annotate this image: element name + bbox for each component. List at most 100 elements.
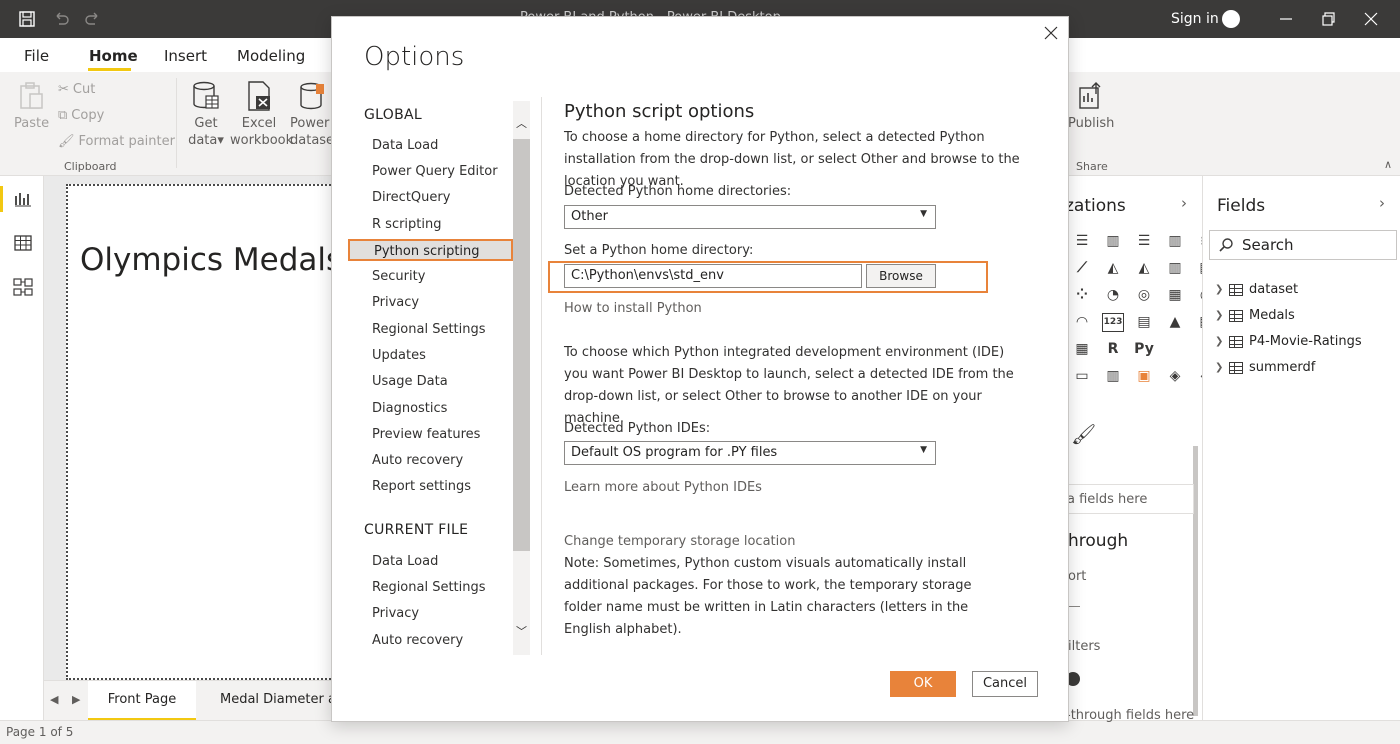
menu-tab-home[interactable]: Home xyxy=(89,47,138,65)
nav-power-query-editor[interactable]: Power Query Editor xyxy=(372,164,498,179)
get-data-button[interactable]: Get data▾ xyxy=(186,80,226,149)
decomposition-icon[interactable]: ▭ xyxy=(1071,367,1093,386)
undo-icon[interactable] xyxy=(52,10,70,28)
prev-page-icon[interactable]: ◀ xyxy=(50,693,58,706)
nav-scrollbar[interactable]: ︿ ﹀ xyxy=(513,101,530,655)
save-icon[interactable] xyxy=(18,10,36,28)
scroll-up-icon[interactable]: ︿ xyxy=(516,115,527,131)
get-data-label-2: data xyxy=(188,133,218,148)
model-view-icon[interactable] xyxy=(12,276,34,298)
stacked-area-icon[interactable]: ◭ xyxy=(1133,259,1155,278)
smart-narrative-icon[interactable]: ▥ xyxy=(1102,367,1124,386)
nav-global-auto-recovery[interactable]: Auto recovery xyxy=(372,453,463,468)
nav-file-privacy[interactable]: Privacy xyxy=(372,606,419,621)
close-icon[interactable] xyxy=(1043,25,1059,41)
treemap-icon[interactable]: ▦ xyxy=(1164,286,1186,305)
window-close-icon[interactable] xyxy=(1360,8,1382,30)
learn-ide-link[interactable]: Learn more about Python IDEs xyxy=(564,480,762,495)
change-storage-link[interactable]: Change temporary storage location xyxy=(564,534,795,549)
nav-global-data-load[interactable]: Data Load xyxy=(372,138,438,153)
nav-file-data-load[interactable]: Data Load xyxy=(372,554,438,569)
scatter-icon[interactable]: ⁘ xyxy=(1071,286,1093,305)
ok-button[interactable]: OK xyxy=(890,671,956,697)
table-summerdf[interactable]: ❯ summerdf xyxy=(1215,360,1315,375)
detected-home-dropdown[interactable]: Other ▼ xyxy=(564,205,936,229)
nav-usage-data[interactable]: Usage Data xyxy=(372,374,448,389)
nav-file-regional-settings[interactable]: Regional Settings xyxy=(372,580,486,595)
page-tab-front-page[interactable]: Front Page xyxy=(88,681,196,721)
table-p4-movie-ratings[interactable]: ❯ P4-Movie-Ratings xyxy=(1215,334,1362,349)
area-chart-icon[interactable]: ◭ xyxy=(1102,259,1124,278)
data-view-icon[interactable] xyxy=(12,232,34,254)
nav-diagnostics[interactable]: Diagnostics xyxy=(372,401,447,416)
table-icon xyxy=(1229,309,1243,322)
menu-tab-insert[interactable]: Insert xyxy=(164,47,207,65)
stacked-column-icon[interactable]: ▥ xyxy=(1102,232,1124,251)
fields-search[interactable]: Search xyxy=(1209,230,1397,260)
restore-icon[interactable] xyxy=(1317,8,1339,30)
stacked-bar-icon[interactable]: ☰ xyxy=(1071,232,1093,251)
cancel-button[interactable]: Cancel xyxy=(972,671,1038,697)
cut-button[interactable]: ✂ Cut xyxy=(58,82,95,97)
pie-chart-icon[interactable]: ◔ xyxy=(1102,286,1124,305)
sign-in-link[interactable]: Sign in xyxy=(1171,11,1219,27)
table-name: dataset xyxy=(1249,282,1299,297)
drillthrough-fields-well[interactable]: -through fields here xyxy=(1066,708,1194,723)
excel-workbook-button[interactable]: Excel workbook xyxy=(230,80,293,149)
multirow-card-icon[interactable]: ▤ xyxy=(1133,313,1155,332)
table-medals[interactable]: ❯ Medals xyxy=(1215,308,1295,323)
table-icon[interactable]: ▦ xyxy=(1071,340,1093,359)
next-page-icon[interactable]: ▶ xyxy=(72,693,80,706)
detected-ide-dropdown[interactable]: Default OS program for .PY files ▼ xyxy=(564,441,936,465)
format-icon[interactable]: 🖌 xyxy=(1071,422,1096,446)
nav-security[interactable]: Security xyxy=(372,269,425,284)
publish-label: Publish xyxy=(1068,116,1115,131)
power-bi-datasets-button[interactable]: Power datase xyxy=(290,80,332,149)
nav-python-scripting[interactable]: Python scripting xyxy=(348,239,513,261)
kpi-icon[interactable]: ▲ xyxy=(1164,313,1186,332)
page-tab-medal-diameter[interactable]: Medal Diameter an xyxy=(220,681,340,721)
line-chart-icon[interactable]: ⟋ xyxy=(1071,259,1093,278)
table-dataset[interactable]: ❯ dataset xyxy=(1215,282,1298,297)
report-view-icon[interactable] xyxy=(12,188,34,210)
clustered-column-icon[interactable]: ▥ xyxy=(1164,232,1186,251)
collapse-fields-icon[interactable]: › xyxy=(1379,194,1385,212)
gauge-icon[interactable]: ◠ xyxy=(1071,313,1093,332)
set-home-label: Set a Python home directory: xyxy=(564,243,754,258)
clustered-bar-icon[interactable]: ☰ xyxy=(1133,232,1155,251)
donut-chart-icon[interactable]: ◎ xyxy=(1133,286,1155,305)
nav-global-regional-settings[interactable]: Regional Settings xyxy=(372,322,486,337)
line-column-icon[interactable]: ▥ xyxy=(1164,259,1186,278)
nav-updates[interactable]: Updates xyxy=(372,348,426,363)
nav-directquery[interactable]: DirectQuery xyxy=(372,190,450,205)
avatar[interactable] xyxy=(1222,10,1240,28)
qa-icon[interactable]: ◈ xyxy=(1164,367,1186,386)
format-painter-button[interactable]: 🖌 Format painter xyxy=(58,134,175,149)
nav-global-privacy[interactable]: Privacy xyxy=(372,295,419,310)
excel-label-2: workbook xyxy=(230,133,294,148)
report-title[interactable]: Olympics Medals xyxy=(80,242,342,278)
card-icon[interactable]: 123 xyxy=(1102,313,1124,332)
nav-r-scripting[interactable]: R scripting xyxy=(372,217,442,232)
paste-button[interactable]: Paste xyxy=(14,80,49,132)
fields-pane: Fields › Search ❯ dataset ❯ Medals ❯ P4-… xyxy=(1202,176,1400,720)
visualizations-title: zations xyxy=(1065,196,1126,216)
menu-tab-file[interactable]: File xyxy=(24,47,49,65)
paginated-icon[interactable]: ▣ xyxy=(1133,367,1155,386)
minimize-icon[interactable] xyxy=(1275,8,1297,30)
scroll-down-icon[interactable]: ﹀ xyxy=(516,623,527,639)
menu-tab-modeling[interactable]: Modeling xyxy=(237,47,305,65)
nav-report-settings[interactable]: Report settings xyxy=(372,479,471,494)
publish-button[interactable]: Publish xyxy=(1068,80,1114,132)
expand-pane-icon[interactable]: › xyxy=(1181,194,1187,212)
how-to-install-link[interactable]: How to install Python xyxy=(564,301,702,316)
copy-button[interactable]: ⧉ Copy xyxy=(58,108,104,123)
r-visual-icon[interactable]: R xyxy=(1102,340,1124,359)
scroll-thumb[interactable] xyxy=(513,139,530,551)
collapse-ribbon-icon[interactable]: ∧ xyxy=(1384,158,1392,171)
python-visual-icon[interactable]: Py xyxy=(1133,340,1155,359)
publish-icon xyxy=(1079,82,1101,109)
redo-icon[interactable] xyxy=(84,10,102,28)
nav-preview-features[interactable]: Preview features xyxy=(372,427,480,442)
nav-file-auto-recovery[interactable]: Auto recovery xyxy=(372,633,463,648)
